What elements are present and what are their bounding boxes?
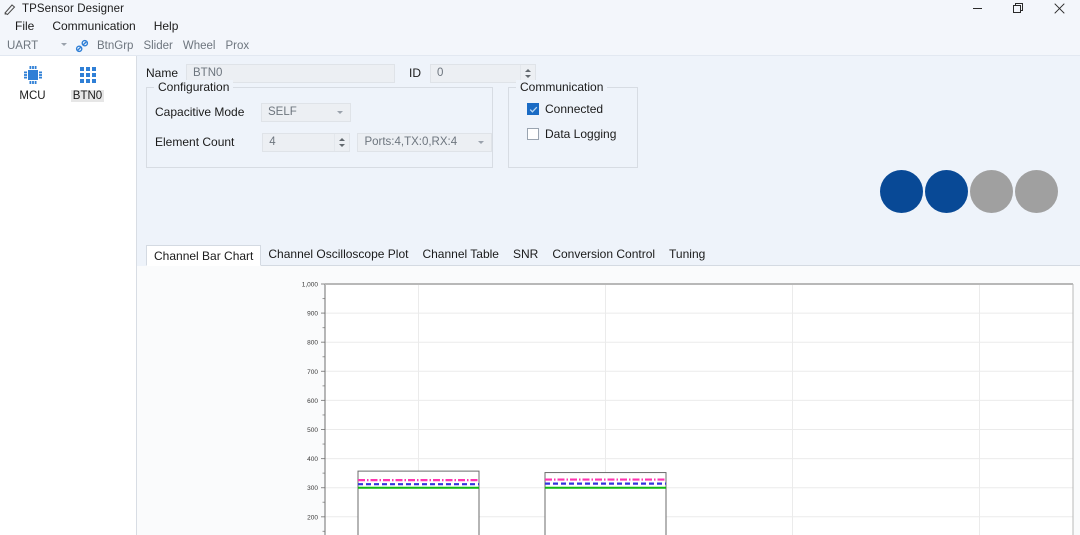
connected-checkbox[interactable] — [527, 103, 539, 115]
tab-bar: Channel Bar Chart Channel Oscilloscope P… — [146, 244, 1080, 266]
name-id-row: Name BTN0 ID 0 — [137, 56, 1080, 84]
menu-help[interactable]: Help — [145, 18, 188, 35]
toolbar-link-btngrp[interactable]: BtnGrp — [92, 40, 138, 52]
device-label-btn0: BTN0 — [71, 90, 104, 102]
device-item-btn0[interactable]: BTN0 — [64, 62, 111, 102]
svg-text:600: 600 — [307, 398, 318, 405]
configuration-group-title: Configuration — [154, 80, 233, 94]
tab-channel-oscilloscope-plot[interactable]: Channel Oscilloscope Plot — [261, 244, 415, 265]
editor-pane: Name BTN0 ID 0 Configuration Capacitive … — [137, 56, 1080, 535]
element-count-row: Element Count 4 Ports:4,TX:0,RX:4 — [147, 129, 492, 155]
status-indicator-0 — [880, 170, 923, 213]
toolbar-link-slider[interactable]: Slider — [138, 40, 177, 52]
svg-text:1,000: 1,000 — [302, 282, 319, 289]
interface-combo[interactable]: UART — [4, 37, 72, 54]
mcu-chip-icon — [22, 62, 44, 88]
menu-file[interactable]: File — [6, 18, 43, 35]
interface-combo-value: UART — [7, 40, 38, 52]
id-stepper-arrows[interactable] — [520, 65, 535, 82]
minimize-button[interactable] — [957, 0, 998, 17]
device-tree-pane: MCU BTN0 — [0, 56, 137, 535]
svg-text:200: 200 — [307, 514, 318, 521]
tab-channel-table[interactable]: Channel Table — [415, 244, 506, 265]
window-controls — [957, 0, 1080, 17]
app-icon — [3, 2, 19, 16]
toolbar-link-prox[interactable]: Prox — [220, 40, 254, 52]
svg-text:500: 500 — [307, 427, 318, 434]
element-count-arrows[interactable] — [334, 134, 349, 151]
groups-row: Configuration Capacitive Mode SELF Eleme… — [137, 87, 1080, 168]
element-count-stepper[interactable]: 4 — [262, 133, 350, 152]
toolbar: UART BtnGrp Slider Wheel Prox — [0, 36, 1080, 56]
communication-group: Communication Connected Data Logging — [508, 87, 638, 168]
channel-bar-chart: 01002003004005006007008009001,000E00E01E… — [137, 266, 1080, 535]
chevron-down-icon — [61, 43, 67, 46]
communication-group-title: Communication — [516, 80, 607, 94]
id-label: ID — [409, 66, 421, 80]
data-logging-label: Data Logging — [545, 127, 616, 141]
ports-value: Ports:4,TX:0,RX:4 — [358, 136, 457, 148]
data-logging-checkbox-row[interactable]: Data Logging — [509, 127, 637, 141]
tab-channel-bar-chart[interactable]: Channel Bar Chart — [146, 245, 261, 266]
id-stepper-value: 0 — [431, 67, 443, 79]
connected-checkbox-row[interactable]: Connected — [509, 102, 637, 116]
name-input-value: BTN0 — [193, 67, 222, 79]
ports-select[interactable]: Ports:4,TX:0,RX:4 — [357, 133, 492, 152]
connected-label: Connected — [545, 102, 603, 116]
element-count-value: 4 — [263, 136, 275, 148]
svg-text:300: 300 — [307, 485, 318, 492]
status-indicator-1 — [925, 170, 968, 213]
chevron-down-icon — [337, 111, 343, 114]
configuration-group: Configuration Capacitive Mode SELF Eleme… — [146, 87, 493, 168]
capacitive-mode-row: Capacitive Mode SELF — [147, 99, 492, 125]
status-indicator-2 — [970, 170, 1013, 213]
window-title: TPSensor Designer — [22, 3, 124, 15]
chevron-down-icon — [478, 141, 484, 144]
svg-text:700: 700 — [307, 369, 318, 376]
plug-connect-icon[interactable] — [72, 38, 92, 54]
svg-text:400: 400 — [307, 456, 318, 463]
status-indicator-3 — [1015, 170, 1058, 213]
capacitive-mode-label: Capacitive Mode — [155, 105, 261, 119]
svg-text:800: 800 — [307, 340, 318, 347]
caret-up-icon[interactable] — [525, 69, 531, 72]
restore-button[interactable] — [998, 0, 1039, 17]
svg-text:900: 900 — [307, 311, 318, 318]
caret-down-icon[interactable] — [525, 75, 531, 78]
capacitive-mode-select[interactable]: SELF — [261, 103, 351, 122]
tab-snr[interactable]: SNR — [506, 244, 545, 265]
close-button[interactable] — [1039, 0, 1080, 17]
toolbar-link-wheel[interactable]: Wheel — [178, 40, 221, 52]
name-label: Name — [146, 66, 178, 80]
device-item-mcu[interactable]: MCU — [9, 62, 56, 102]
main-body: MCU BTN0 Name — [0, 56, 1080, 535]
button-grid-icon — [77, 62, 99, 88]
capacitive-mode-value: SELF — [262, 106, 297, 118]
window-titlebar: TPSensor Designer — [0, 0, 1080, 17]
caret-up-icon[interactable] — [339, 138, 345, 141]
bar-chart-plot: 01002003004005006007008009001,000E00E01E… — [137, 266, 1080, 535]
menu-communication[interactable]: Communication — [43, 18, 144, 35]
tab-tuning[interactable]: Tuning — [662, 244, 712, 265]
data-logging-checkbox[interactable] — [527, 128, 539, 140]
element-count-label: Element Count — [155, 135, 253, 149]
tab-conversion-control[interactable]: Conversion Control — [545, 244, 662, 265]
caret-down-icon[interactable] — [339, 144, 345, 147]
menubar: File Communication Help — [0, 17, 1080, 36]
device-label-mcu: MCU — [17, 90, 47, 102]
status-indicator-group — [880, 170, 1058, 213]
